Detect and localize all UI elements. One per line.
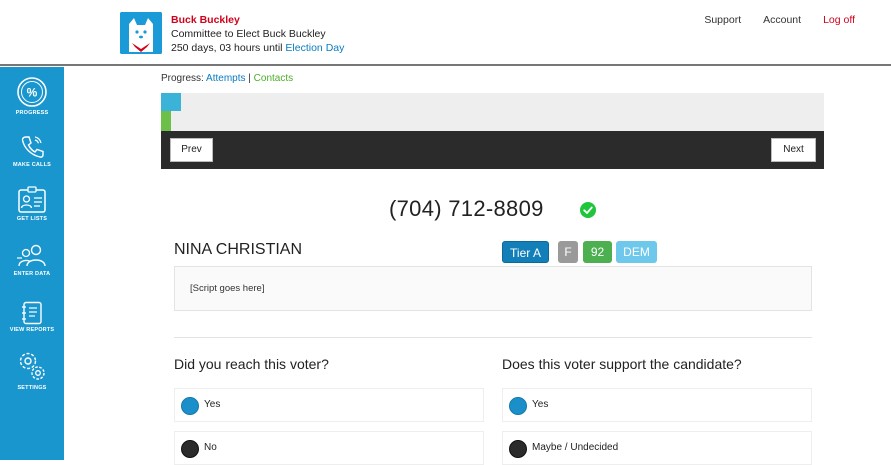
candidate-name: Buck Buckley bbox=[171, 14, 240, 26]
verified-check-icon bbox=[580, 202, 596, 218]
top-nav: Support Account Log off bbox=[704, 14, 855, 26]
radio-button[interactable] bbox=[509, 440, 527, 458]
sidebar-item-label: ENTER DATA bbox=[13, 271, 51, 277]
option-label: No bbox=[204, 442, 217, 453]
sidebar-item-label: MAKE CALLS bbox=[12, 162, 52, 168]
radio-button[interactable] bbox=[509, 397, 527, 415]
people-icon bbox=[17, 244, 46, 267]
gender-badge: F bbox=[558, 241, 578, 263]
gears-icon bbox=[19, 352, 45, 380]
progress-separator: | bbox=[248, 73, 251, 84]
option-label: Maybe / Undecided bbox=[532, 442, 619, 453]
script-text: [Script goes here] bbox=[190, 283, 265, 294]
svg-text:%: % bbox=[27, 86, 38, 100]
sidebar-item-label: VIEW REPORTS bbox=[9, 327, 55, 333]
call-toolbar: Prev Next bbox=[161, 131, 824, 169]
election-countdown: 250 days, 03 hours until Election Day bbox=[171, 41, 344, 55]
account-link[interactable]: Account bbox=[763, 14, 801, 26]
sidebar-item-label: GET LISTS bbox=[16, 216, 48, 222]
question-support: Does this voter support the candidate? bbox=[502, 356, 742, 372]
sidebar-item-label: PROGRESS bbox=[15, 110, 49, 116]
contacts-link[interactable]: Contacts bbox=[254, 73, 293, 84]
reach-option-yes[interactable]: Yes bbox=[174, 388, 484, 422]
script-box: [Script goes here] bbox=[174, 266, 812, 311]
voter-name: NINA CHRISTIAN bbox=[174, 241, 303, 258]
countdown-text: 250 days, 03 hours until bbox=[171, 42, 283, 54]
sidebar-item-make-calls[interactable]: MAKE CALLS bbox=[0, 134, 64, 168]
percent-icon: % bbox=[17, 77, 47, 107]
option-label: Yes bbox=[204, 399, 221, 410]
log-off-link[interactable]: Log off bbox=[823, 14, 855, 26]
tier-badge: Tier A bbox=[502, 241, 549, 263]
sidebar-item-settings[interactable]: SETTINGS bbox=[0, 349, 64, 391]
prev-button[interactable]: Prev bbox=[170, 138, 213, 162]
sidebar-item-view-reports[interactable]: VIEW REPORTS bbox=[0, 301, 64, 333]
radio-button[interactable] bbox=[181, 440, 199, 458]
id-card-icon bbox=[18, 186, 46, 213]
sidebar-item-get-lists[interactable]: GET LISTS bbox=[0, 186, 64, 222]
score-badge: 92 bbox=[583, 241, 612, 263]
campaign-info: Buck Buckley Committee to Elect Buck Buc… bbox=[171, 13, 344, 55]
top-header: Buck Buckley Committee to Elect Buck Buc… bbox=[0, 0, 891, 66]
party-badge: DEM bbox=[616, 241, 657, 263]
sidebar-item-label: SETTINGS bbox=[17, 385, 47, 391]
support-option-yes[interactable]: Yes bbox=[502, 388, 812, 422]
sidebar-item-enter-data[interactable]: ENTER DATA bbox=[0, 243, 64, 277]
notebook-icon bbox=[22, 301, 42, 325]
campaign-logo bbox=[120, 12, 162, 54]
sidebar-item-progress[interactable]: % PROGRESS bbox=[0, 76, 64, 116]
progress-label: Progress: bbox=[161, 73, 204, 84]
next-button[interactable]: Next bbox=[771, 138, 816, 162]
radio-button[interactable] bbox=[181, 397, 199, 415]
phone-number: (704) 712-8809 bbox=[389, 196, 544, 221]
section-divider bbox=[174, 337, 812, 338]
election-day-link[interactable]: Election Day bbox=[285, 42, 344, 54]
question-reach: Did you reach this voter? bbox=[174, 356, 329, 372]
sidebar: % PROGRESS MAKE CALLS GET LISTS ENTER DA… bbox=[0, 67, 64, 460]
progress-links: Progress: Attempts | Contacts bbox=[161, 73, 293, 84]
voter-card: (704) 712-8809 NINA CHRISTIAN Tier A F 9… bbox=[161, 169, 824, 465]
progress-chart bbox=[161, 93, 824, 131]
attempts-bar bbox=[161, 93, 181, 111]
support-link[interactable]: Support bbox=[704, 14, 741, 26]
contacts-bar bbox=[161, 111, 171, 131]
attempts-link[interactable]: Attempts bbox=[206, 73, 245, 84]
option-label: Yes bbox=[532, 399, 549, 410]
committee-name: Committee to Elect Buck Buckley bbox=[171, 28, 326, 40]
phone-icon bbox=[21, 136, 44, 158]
